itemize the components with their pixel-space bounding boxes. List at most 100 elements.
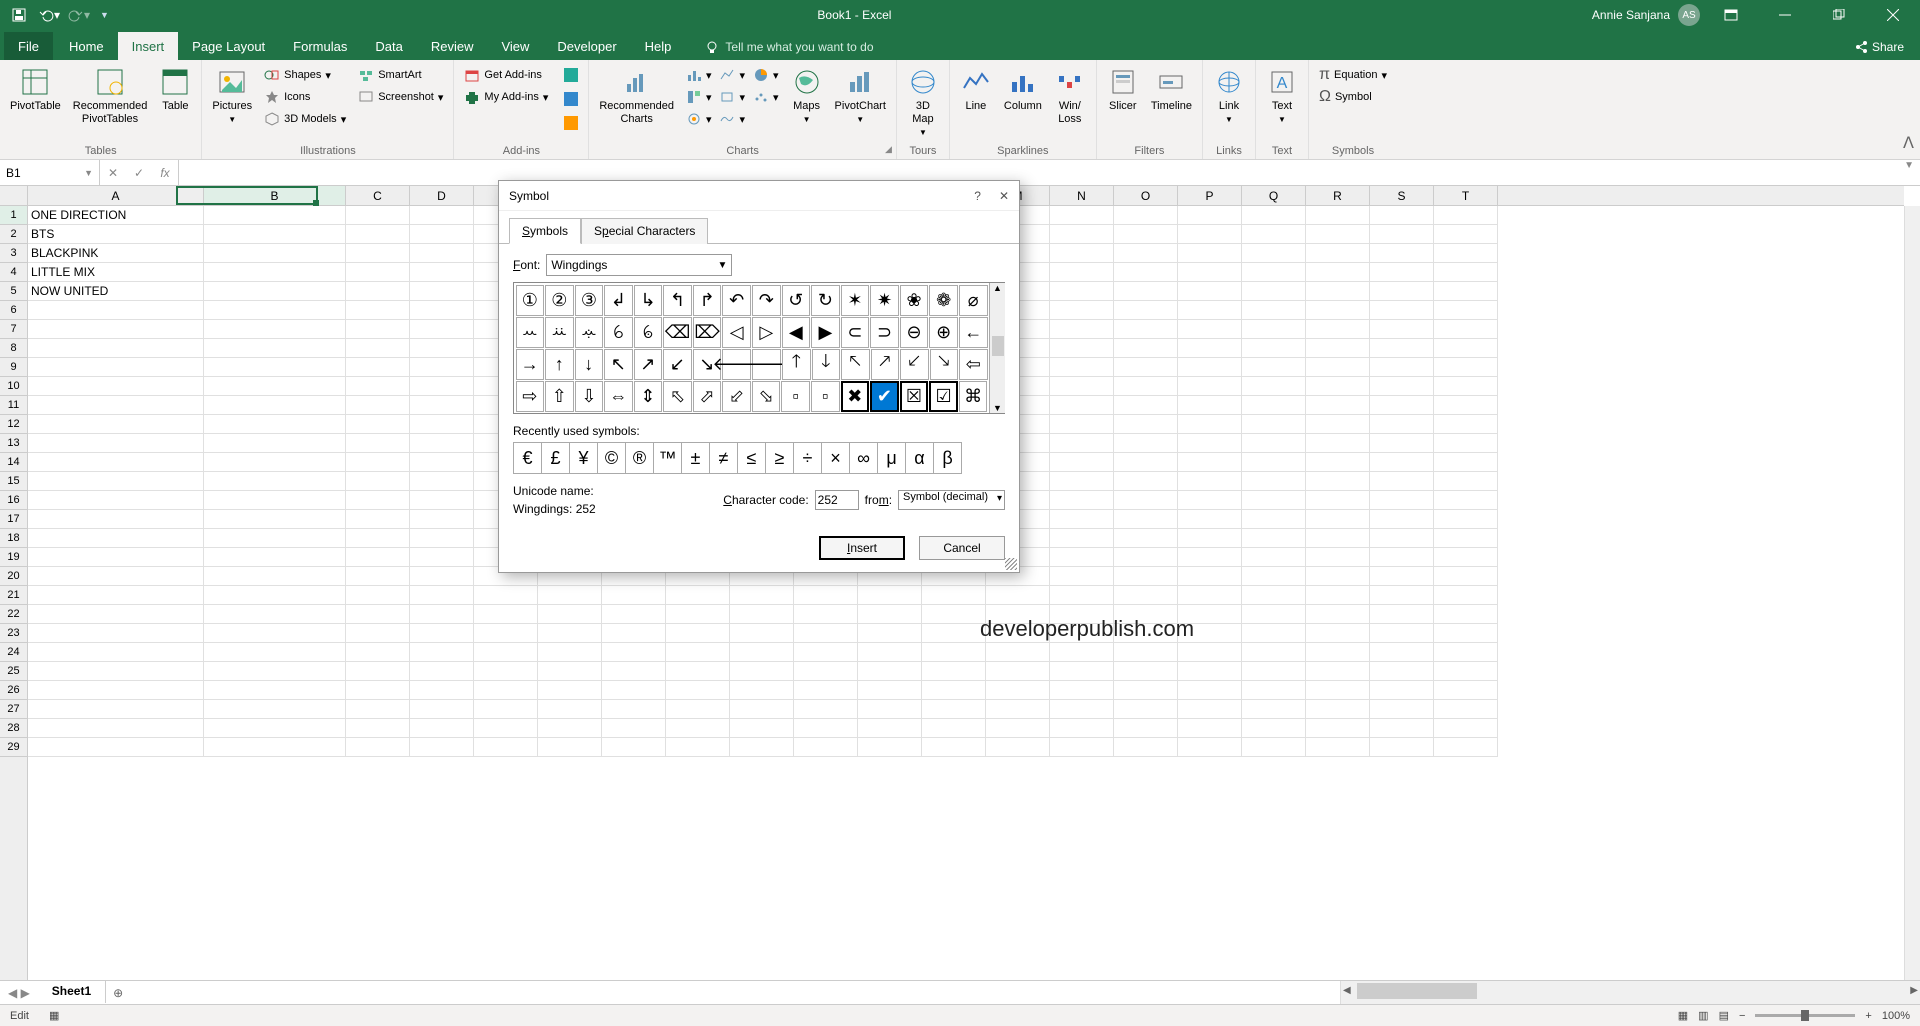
- cell-P15[interactable]: [1178, 472, 1242, 491]
- cell-D22[interactable]: [410, 605, 474, 624]
- cell-S14[interactable]: [1370, 453, 1434, 472]
- cell-D3[interactable]: [410, 244, 474, 263]
- cell-P4[interactable]: [1178, 263, 1242, 282]
- cell-G26[interactable]: [602, 681, 666, 700]
- row-header-3[interactable]: 3: [0, 244, 27, 263]
- cell-Q11[interactable]: [1242, 396, 1306, 415]
- cell-D4[interactable]: [410, 263, 474, 282]
- column-header-n[interactable]: N: [1050, 186, 1114, 205]
- cell-Q29[interactable]: [1242, 738, 1306, 757]
- cell-C23[interactable]: [346, 624, 410, 643]
- scroll-down-icon[interactable]: ▼: [993, 403, 1002, 413]
- cell-A21[interactable]: [28, 586, 204, 605]
- chart-combo-button[interactable]: ▾: [682, 108, 716, 130]
- cell-N3[interactable]: [1050, 244, 1114, 263]
- cell-A13[interactable]: [28, 434, 204, 453]
- symbol-cell[interactable]: ⌘: [959, 381, 988, 412]
- row-header-13[interactable]: 13: [0, 434, 27, 453]
- pivotchart-button[interactable]: PivotChart▼: [831, 64, 890, 127]
- cell-S19[interactable]: [1370, 548, 1434, 567]
- cell-P21[interactable]: [1178, 586, 1242, 605]
- cell-L27[interactable]: [922, 700, 986, 719]
- row-header-11[interactable]: 11: [0, 396, 27, 415]
- symbol-cell[interactable]: ✖: [841, 381, 870, 412]
- cell-T7[interactable]: [1434, 320, 1498, 339]
- cell-K29[interactable]: [858, 738, 922, 757]
- chart-line-button[interactable]: ▾: [715, 64, 749, 86]
- symbol-cell[interactable]: ↷: [752, 285, 781, 316]
- cell-R16[interactable]: [1306, 491, 1370, 510]
- cell-P1[interactable]: [1178, 206, 1242, 225]
- cell-K23[interactable]: [858, 624, 922, 643]
- cell-D10[interactable]: [410, 377, 474, 396]
- cell-Q21[interactable]: [1242, 586, 1306, 605]
- cell-H23[interactable]: [666, 624, 730, 643]
- cell-Q12[interactable]: [1242, 415, 1306, 434]
- cell-R27[interactable]: [1306, 700, 1370, 719]
- cell-P9[interactable]: [1178, 358, 1242, 377]
- cell-T23[interactable]: [1434, 624, 1498, 643]
- collapse-ribbon-button[interactable]: ᐱ: [1903, 133, 1914, 153]
- cell-J26[interactable]: [794, 681, 858, 700]
- row-header-14[interactable]: 14: [0, 453, 27, 472]
- cell-S27[interactable]: [1370, 700, 1434, 719]
- cell-J21[interactable]: [794, 586, 858, 605]
- dialog-tab-special[interactable]: Special Characters: [581, 218, 708, 244]
- cell-K24[interactable]: [858, 643, 922, 662]
- symbol-cell[interactable]: ✔: [870, 381, 899, 412]
- get-addins-button[interactable]: Get Add-ins: [460, 64, 552, 86]
- char-code-input[interactable]: [815, 490, 859, 510]
- tell-me[interactable]: Tell me what you want to do: [697, 40, 881, 60]
- row-header-23[interactable]: 23: [0, 624, 27, 643]
- column-header-b[interactable]: B: [204, 186, 346, 205]
- cell-C19[interactable]: [346, 548, 410, 567]
- cell-G21[interactable]: [602, 586, 666, 605]
- column-header-t[interactable]: T: [1434, 186, 1498, 205]
- cell-O3[interactable]: [1114, 244, 1178, 263]
- column-header-a[interactable]: A: [28, 186, 204, 205]
- cell-N26[interactable]: [1050, 681, 1114, 700]
- recommended-pivot-button[interactable]: Recommended PivotTables: [69, 64, 152, 128]
- cell-P18[interactable]: [1178, 529, 1242, 548]
- symbol-cell[interactable]: ←: [959, 317, 988, 348]
- cell-O28[interactable]: [1114, 719, 1178, 738]
- symbol-cell[interactable]: ↲: [604, 285, 633, 316]
- cell-J25[interactable]: [794, 662, 858, 681]
- cell-R7[interactable]: [1306, 320, 1370, 339]
- row-header-5[interactable]: 5: [0, 282, 27, 301]
- chart-scatter-button[interactable]: ▾: [749, 86, 783, 108]
- cell-R24[interactable]: [1306, 643, 1370, 662]
- scroll-thumb[interactable]: [992, 336, 1004, 356]
- cell-O13[interactable]: [1114, 434, 1178, 453]
- cell-E28[interactable]: [474, 719, 538, 738]
- cell-P11[interactable]: [1178, 396, 1242, 415]
- cell-O7[interactable]: [1114, 320, 1178, 339]
- cell-O26[interactable]: [1114, 681, 1178, 700]
- symbol-cell[interactable]: ↶: [722, 285, 751, 316]
- cell-D20[interactable]: [410, 567, 474, 586]
- cell-N11[interactable]: [1050, 396, 1114, 415]
- cell-N13[interactable]: [1050, 434, 1114, 453]
- symbol-cell[interactable]: ⇦: [959, 349, 988, 380]
- cell-A20[interactable]: [28, 567, 204, 586]
- symbol-cell[interactable]: ꕂ: [575, 317, 604, 348]
- cell-L21[interactable]: [922, 586, 986, 605]
- cell-Q25[interactable]: [1242, 662, 1306, 681]
- cell-P14[interactable]: [1178, 453, 1242, 472]
- slicer-button[interactable]: Slicer: [1103, 64, 1143, 115]
- 3dmap-button[interactable]: 3D Map▼: [903, 64, 943, 140]
- cell-T17[interactable]: [1434, 510, 1498, 529]
- cell-D14[interactable]: [410, 453, 474, 472]
- cell-A5[interactable]: NOW UNITED: [28, 282, 204, 301]
- recent-symbol-cell[interactable]: α: [905, 442, 934, 474]
- cell-Q15[interactable]: [1242, 472, 1306, 491]
- row-header-19[interactable]: 19: [0, 548, 27, 567]
- cell-D12[interactable]: [410, 415, 474, 434]
- cell-Q4[interactable]: [1242, 263, 1306, 282]
- save-button[interactable]: [8, 4, 30, 26]
- cell-T4[interactable]: [1434, 263, 1498, 282]
- cell-D23[interactable]: [410, 624, 474, 643]
- cell-C6[interactable]: [346, 301, 410, 320]
- recent-symbol-cell[interactable]: €: [513, 442, 542, 474]
- cell-H26[interactable]: [666, 681, 730, 700]
